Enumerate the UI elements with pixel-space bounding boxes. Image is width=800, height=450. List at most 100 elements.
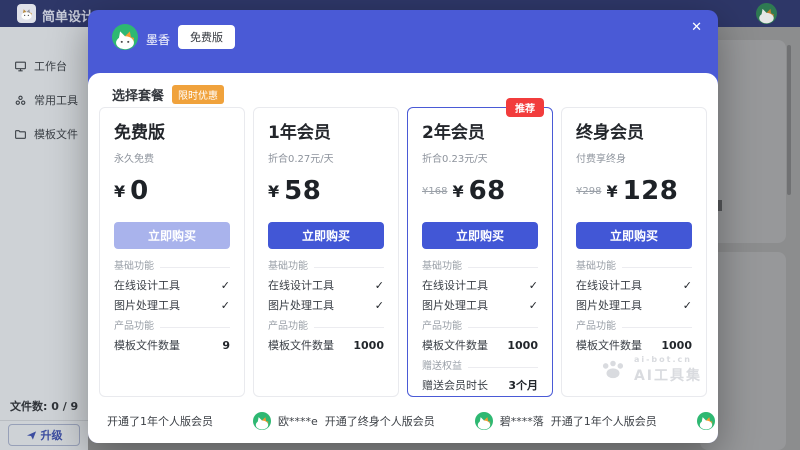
ticker-item: 云****轻 开通了1年个人版会员 — [697, 412, 718, 430]
check-icon: ✓ — [683, 279, 692, 293]
tab-choose-plan[interactable]: 选择套餐 — [112, 85, 164, 104]
cat-avatar-icon — [756, 3, 777, 24]
close-icon[interactable]: ✕ — [691, 21, 702, 34]
ticker-item: 开通了1年个人版会员 — [100, 413, 213, 429]
sidebar-item-workbench[interactable]: 工作台 — [0, 49, 88, 83]
feature-label: 在线设计工具 — [268, 279, 334, 293]
feature-row: 图片处理工具 ✓ — [268, 299, 384, 313]
feature-label: 赠送会员时长 — [422, 379, 488, 393]
currency-symbol: ¥ — [606, 182, 617, 201]
section-product: 产品功能 — [422, 321, 538, 333]
cat-logo-icon — [19, 6, 34, 21]
sidebar: 工作台 常用工具 模板文件 文件数: 0 / 9 升级 — [0, 27, 88, 450]
feature-row: 模板文件数量 1000 — [576, 339, 692, 353]
upgrade-label: 升级 — [41, 427, 63, 443]
buy-now-button[interactable]: 立即购买 — [268, 222, 384, 249]
section-basic: 基础功能 — [114, 261, 230, 273]
section-basic: 基础功能 — [576, 261, 692, 273]
feature-label: 图片处理工具 — [114, 299, 180, 313]
sidebar-item-label: 模板文件 — [34, 126, 78, 142]
plan-card-1year: 1年会员 折合0.27元/天 ¥ 58 立即购买 基础功能 在线设计工具 ✓ 图… — [253, 107, 399, 397]
file-count: 文件数: 0 / 9 — [10, 398, 78, 414]
section-gift: 赠送权益 — [422, 361, 538, 373]
buy-now-button[interactable]: 立即购买 — [114, 222, 230, 249]
app-title: 简单设计 — [42, 6, 94, 25]
currency-symbol: ¥ — [452, 182, 463, 201]
feature-row: 模板文件数量 9 — [114, 339, 230, 353]
plan-subtitle: 永久免费 — [114, 154, 230, 166]
feature-row: 图片处理工具 ✓ — [114, 299, 230, 313]
sidebar-item-templates[interactable]: 模板文件 — [0, 117, 88, 151]
header-user-avatar[interactable] — [756, 3, 777, 24]
cat-avatar-icon — [112, 24, 138, 50]
original-price: ¥298 — [576, 186, 601, 197]
section-basic: 基础功能 — [422, 261, 538, 273]
current-plan-badge[interactable]: 免费版 — [178, 25, 235, 49]
check-icon: ✓ — [221, 299, 230, 313]
ticker-cat-avatar — [253, 412, 271, 430]
section-basic: 基础功能 — [268, 261, 384, 273]
folder-icon — [14, 128, 27, 141]
plan-name: 1年会员 — [268, 122, 384, 144]
plan-subtitle: 折合0.23元/天 — [422, 154, 538, 166]
plan-card-2year: 推荐 2年会员 折合0.23元/天 ¥168 ¥ 68 立即购买 基础功能 在线… — [407, 107, 553, 397]
check-icon: ✓ — [683, 299, 692, 313]
price: ¥ 0 — [114, 176, 230, 206]
original-price: ¥168 — [422, 186, 447, 197]
ticker-item: 欧****e 开通了终身个人版会员 — [253, 412, 435, 430]
section-product: 产品功能 — [114, 321, 230, 333]
ticker-text: 开通了1年个人版会员 — [551, 413, 657, 429]
feature-row: 在线设计工具 ✓ — [422, 279, 538, 293]
sidebar-divider — [0, 420, 88, 421]
upgrade-button[interactable]: 升级 — [8, 424, 80, 446]
ticker-text: 开通了1年个人版会员 — [107, 413, 213, 429]
feature-value: 3个月 — [508, 379, 538, 393]
feature-row: 在线设计工具 ✓ — [114, 279, 230, 293]
recommended-badge: 推荐 — [506, 98, 544, 117]
plan-card-lifetime: 终身会员 付费享终身 ¥298 ¥ 128 立即购买 基础功能 在线设计工具 ✓… — [561, 107, 707, 397]
check-icon: ✓ — [221, 279, 230, 293]
price: ¥ 58 — [268, 176, 384, 206]
feature-row: 模板文件数量 1000 — [422, 339, 538, 353]
paper-plane-icon — [26, 430, 37, 441]
ticker-user: 碧****落 — [500, 413, 544, 429]
feature-label: 在线设计工具 — [114, 279, 180, 293]
limited-offer-badge: 限时优惠 — [172, 85, 224, 104]
ticker-item: 碧****落 开通了1年个人版会员 — [475, 412, 657, 430]
modal-body: 选择套餐 限时优惠 免费版 永久免费 ¥ 0 立即购买 基础功能 在线设计工具 … — [88, 73, 718, 443]
plan-subtitle: 付费享终身 — [576, 154, 692, 166]
sidebar-item-label: 工作台 — [34, 58, 67, 74]
buy-now-button[interactable]: 立即购买 — [422, 222, 538, 249]
pricing-modal: 墨香 免费版 ✕ 选择套餐 限时优惠 免费版 永久免费 ¥ 0 立即购买 基础功… — [88, 10, 718, 443]
plan-subtitle: 折合0.27元/天 — [268, 154, 384, 166]
feature-row: 图片处理工具 ✓ — [576, 299, 692, 313]
monitor-icon — [14, 60, 27, 73]
feature-label: 图片处理工具 — [576, 299, 642, 313]
feature-label: 图片处理工具 — [422, 299, 488, 313]
feature-label: 模板文件数量 — [114, 339, 180, 353]
section-product: 产品功能 — [268, 321, 384, 333]
buy-now-button[interactable]: 立即购买 — [576, 222, 692, 249]
ticker-cat-avatar — [475, 412, 493, 430]
price-value: 68 — [469, 176, 506, 206]
feature-row: 模板文件数量 1000 — [268, 339, 384, 353]
check-icon: ✓ — [529, 279, 538, 293]
plan-name: 2年会员 — [422, 122, 538, 144]
scrollbar[interactable] — [787, 45, 791, 195]
feature-label: 图片处理工具 — [268, 299, 334, 313]
sidebar-item-tools[interactable]: 常用工具 — [0, 83, 88, 117]
app-logo[interactable] — [17, 4, 36, 23]
feature-row: 赠送会员时长 3个月 — [422, 379, 538, 393]
feature-row: 图片处理工具 ✓ — [422, 299, 538, 313]
plan-select-header: 选择套餐 限时优惠 — [112, 85, 224, 104]
plan-name: 免费版 — [114, 122, 230, 144]
feature-value: 1000 — [353, 339, 384, 353]
plan-name: 终身会员 — [576, 122, 692, 144]
purchase-ticker: 开通了1年个人版会员 欧****e 开通了终身个人版会员 碧****落 开通了1… — [88, 399, 718, 443]
feature-label: 模板文件数量 — [268, 339, 334, 353]
section-product: 产品功能 — [576, 321, 692, 333]
feature-value: 1000 — [507, 339, 538, 353]
user-name: 墨香 — [146, 31, 170, 48]
price-value: 0 — [130, 176, 149, 206]
tools-icon — [14, 94, 27, 107]
